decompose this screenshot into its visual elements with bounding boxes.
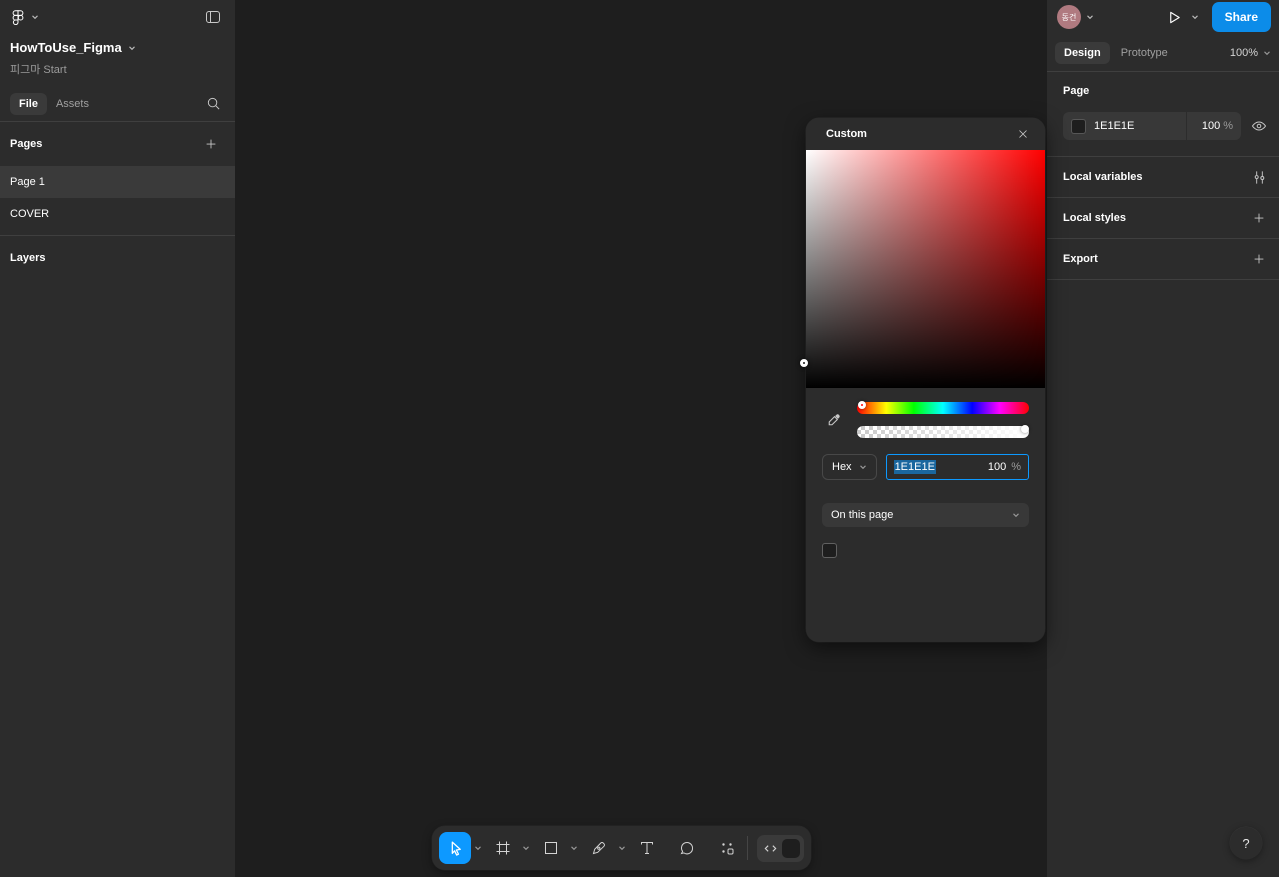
comment-icon [679, 840, 695, 856]
zoom-menu[interactable]: 100% [1230, 47, 1271, 59]
toolbar-divider [747, 836, 748, 860]
scope-label: On this page [831, 509, 894, 521]
tab-design[interactable]: Design [1055, 41, 1110, 64]
alpha-slider-handle[interactable] [1021, 425, 1029, 433]
page-list-item[interactable]: COVER [0, 198, 235, 230]
chevron-down-icon [128, 44, 136, 52]
color-picker-dialog: Custom Hex 1E1E1E 100 % On this page [800, 118, 1045, 642]
alpha-slider[interactable] [857, 425, 1029, 438]
rectangle-icon [543, 840, 559, 856]
actions-icon [719, 840, 735, 856]
local-styles-header: Local styles [1063, 212, 1126, 224]
add-style-button[interactable] [1247, 206, 1271, 230]
eyedropper-button[interactable] [822, 408, 846, 432]
page-list-item[interactable]: Page 1 [0, 166, 235, 198]
opacity-value[interactable]: 100 [988, 461, 1006, 473]
eye-icon [1251, 118, 1267, 134]
pages-header: Pages [10, 138, 43, 150]
opacity-unit: % [1011, 461, 1021, 473]
close-button[interactable] [1011, 122, 1035, 146]
chevron-down-icon [31, 13, 39, 21]
frame-tool-button[interactable] [487, 832, 519, 864]
add-export-button[interactable] [1247, 247, 1271, 271]
plus-icon [1252, 252, 1266, 266]
document-color-swatch[interactable] [822, 543, 837, 558]
close-icon [1016, 127, 1030, 141]
rectangle-tool-chevron[interactable] [567, 832, 580, 864]
search-icon [206, 96, 221, 111]
color-mode-dropdown[interactable]: Hex [822, 454, 877, 480]
page-item-label: COVER [10, 208, 50, 220]
add-page-button[interactable] [199, 132, 223, 156]
chevron-down-icon[interactable] [1191, 13, 1199, 21]
page-section-header: Page [1063, 85, 1090, 97]
scope-dropdown[interactable]: On this page [822, 503, 1029, 527]
toggle-page-color-visibility-button[interactable] [1247, 114, 1271, 138]
move-tool-chevron[interactable] [471, 832, 484, 864]
chevron-down-icon [1263, 49, 1271, 57]
toggle-sidebar-button[interactable] [201, 5, 225, 29]
tab-prototype[interactable]: Prototype [1112, 42, 1177, 64]
bottom-toolbar [432, 826, 811, 870]
panel-left-icon [205, 9, 221, 25]
local-variables-header: Local variables [1063, 171, 1143, 183]
dev-mode-toggle[interactable] [757, 834, 804, 862]
rectangle-tool-button[interactable] [535, 832, 567, 864]
plus-icon [1252, 211, 1266, 225]
page-opacity-unit: % [1223, 120, 1233, 132]
color-cursor[interactable] [800, 359, 808, 367]
hue-slider[interactable] [857, 401, 1029, 414]
tab-assets[interactable]: Assets [47, 93, 98, 115]
search-button[interactable] [201, 92, 225, 116]
text-icon [639, 840, 655, 856]
present-button[interactable] [1163, 5, 1187, 29]
main-menu-button[interactable] [10, 9, 39, 25]
plus-icon [204, 137, 218, 151]
actions-tool-button[interactable] [711, 832, 743, 864]
project-name[interactable]: 피그마 Start [10, 61, 225, 77]
page-color-hex[interactable]: 1E1E1E [1094, 120, 1134, 132]
share-button[interactable]: Share [1211, 2, 1271, 32]
right-sidebar: 동건 Share Design Prototype 100% Page 1E1E… [1047, 0, 1279, 877]
page-color-field[interactable]: 1E1E1E [1063, 112, 1186, 140]
frame-icon [495, 840, 511, 856]
hue-slider-handle[interactable] [858, 401, 866, 409]
avatar[interactable]: 동건 [1057, 5, 1081, 29]
pen-icon [591, 840, 607, 856]
page-item-label: Page 1 [10, 176, 45, 188]
left-sidebar: HowToUse_Figma 피그마 Start File Assets Pag… [0, 0, 235, 877]
play-icon [1167, 10, 1182, 25]
chevron-down-icon [859, 463, 867, 471]
open-variables-button[interactable] [1247, 165, 1271, 189]
zoom-level: 100% [1229, 46, 1258, 59]
tab-file[interactable]: File [10, 92, 47, 115]
color-picker-title: Custom [826, 128, 867, 140]
file-name-menu[interactable]: HowToUse_Figma [10, 40, 225, 55]
hex-input[interactable]: 1E1E1E 100 % [885, 454, 1029, 480]
code-icon [763, 841, 778, 856]
chevron-down-icon [1012, 511, 1020, 519]
comment-tool-button[interactable] [671, 832, 703, 864]
export-header: Export [1063, 253, 1098, 265]
dev-mode-knob [782, 838, 800, 858]
cursor-icon [447, 840, 464, 857]
figma-logo-icon [10, 9, 26, 25]
frame-tool-chevron[interactable] [519, 832, 532, 864]
page-opacity-value[interactable]: 100 [1202, 120, 1220, 132]
page-opacity-field[interactable]: 100 % [1187, 112, 1241, 140]
move-tool-button[interactable] [439, 832, 471, 864]
variables-sliders-icon [1252, 170, 1267, 185]
color-mode-label: Hex [832, 461, 852, 473]
chevron-down-icon[interactable] [1086, 13, 1094, 21]
saturation-value-area[interactable] [800, 150, 1045, 388]
eyedropper-icon [825, 411, 843, 429]
hex-value: 1E1E1E [893, 460, 936, 474]
layers-header: Layers [10, 252, 46, 264]
text-tool-button[interactable] [631, 832, 663, 864]
page-color-swatch[interactable] [1071, 118, 1086, 134]
help-button[interactable]: ? [1230, 827, 1262, 859]
file-name: HowToUse_Figma [10, 40, 122, 55]
pen-tool-button[interactable] [583, 832, 615, 864]
pen-tool-chevron[interactable] [615, 832, 628, 864]
